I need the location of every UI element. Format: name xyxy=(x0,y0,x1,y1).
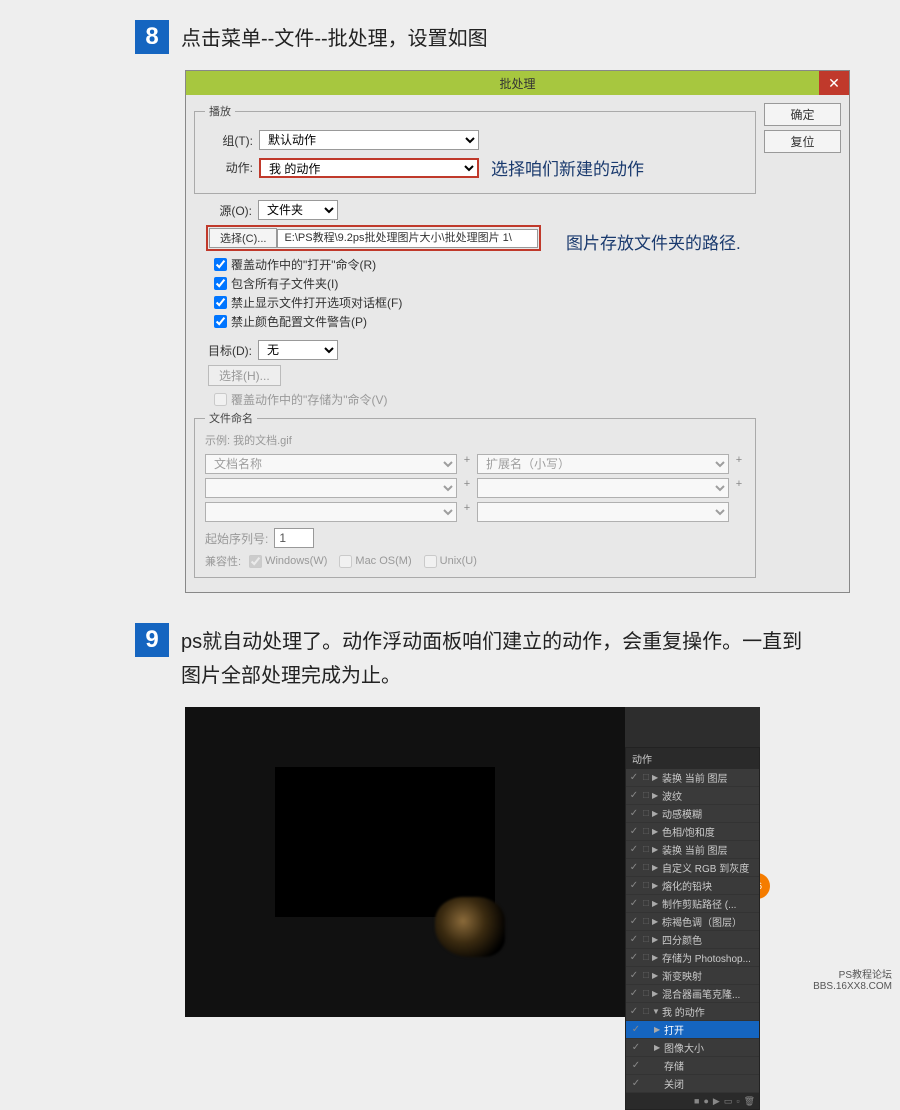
action-item[interactable]: ✓□▶波纹 xyxy=(626,787,759,805)
action-item[interactable]: ✓□▶装换 当前 图层 xyxy=(626,841,759,859)
action-sub-open[interactable]: ✓▶打开 xyxy=(626,1021,759,1039)
action-sub-size[interactable]: ✓▶图像大小 xyxy=(626,1039,759,1057)
ps-image-content xyxy=(435,897,505,957)
compat-unix xyxy=(424,555,437,568)
close-icon[interactable]: ✕ xyxy=(819,71,849,95)
cb-override-save-label: 覆盖动作中的"存储为"命令(V) xyxy=(231,391,388,408)
group-select[interactable]: 默认动作 xyxy=(259,130,479,150)
watermark-line2: BBS.16XX8.COM xyxy=(813,981,892,992)
source-label: 源(O): xyxy=(204,202,252,219)
naming-example: 示例: 我的文档.gif xyxy=(205,432,745,448)
play-fieldset: 播放 组(T): 默认动作 动作: 我 的动作 选择咱 xyxy=(194,103,756,194)
play-legend: 播放 xyxy=(205,103,235,119)
actions-panel-footer: ■ ● ▶ ▭ ▫ 🗑 xyxy=(626,1093,759,1109)
action-label: 动作: xyxy=(205,159,253,176)
ps-toolbar xyxy=(625,707,760,747)
cb-suppress-color[interactable] xyxy=(214,315,227,328)
trash-icon[interactable]: 🗑 xyxy=(744,1096,755,1107)
action-item[interactable]: ✓□▶棕褐色调（图层） xyxy=(626,913,759,931)
compat-mac-label: Mac OS(M) xyxy=(355,555,411,567)
compat-windows xyxy=(249,555,262,568)
stop-icon[interactable]: ■ xyxy=(694,1096,699,1106)
step-9-text: ps就自动处理了。动作浮动面板咱们建立的动作，会重复操作。一直到图片全部处理完成… xyxy=(181,623,821,693)
action-select[interactable]: 我 的动作 xyxy=(259,158,479,178)
action-item[interactable]: ✓□▶制作剪贴路径 (... xyxy=(626,895,759,913)
step-number-8: 8 xyxy=(135,20,169,54)
plus-icon: + xyxy=(733,478,745,498)
choose-button[interactable]: 选择(C)... xyxy=(209,228,277,248)
naming-fieldset: 文件命名 示例: 我的文档.gif 文档名称+ 扩展名（小写）+ + + + 起… xyxy=(194,410,756,578)
cb-suppress-color-label: 禁止颜色配置文件警告(P) xyxy=(231,313,367,330)
plus-icon xyxy=(733,502,745,522)
action-item[interactable]: ✓□▶存储为 Photoshop... xyxy=(626,949,759,967)
action-item[interactable]: ✓□▶动感模糊 xyxy=(626,805,759,823)
cb-override-save xyxy=(214,393,227,406)
batch-dialog: 批处理 ✕ 播放 组(T): 默认动作 动作: xyxy=(185,70,850,593)
reset-button[interactable]: 复位 xyxy=(764,130,841,153)
name-part-4 xyxy=(477,478,729,498)
action-note: 选择咱们新建的动作 xyxy=(491,155,644,180)
path-note: 图片存放文件夹的路径. xyxy=(566,234,741,253)
actions-panel-title: 动作 xyxy=(626,748,759,769)
ok-button[interactable]: 确定 xyxy=(764,103,841,126)
folder-icon[interactable]: ▭ xyxy=(724,1096,733,1107)
start-seq-label: 起始序列号: xyxy=(205,530,268,547)
name-part-3 xyxy=(205,478,457,498)
source-path: E:\PS教程\9.2ps批处理图片大小\批处理图片 1\ xyxy=(277,229,538,248)
action-item-user[interactable]: ✓□▼我 的动作 xyxy=(626,1003,759,1021)
source-select[interactable]: 文件夹 xyxy=(258,200,338,220)
cb-subfolders[interactable] xyxy=(214,277,227,290)
dest-label: 目标(D): xyxy=(204,342,252,359)
compat-label: 兼容性: xyxy=(205,553,241,569)
naming-legend: 文件命名 xyxy=(205,410,257,426)
new-icon[interactable]: ▫ xyxy=(736,1096,739,1106)
plus-icon: + xyxy=(461,502,473,522)
action-item[interactable]: ✓□▶渐变映射 xyxy=(626,967,759,985)
group-label: 组(T): xyxy=(205,132,253,149)
dialog-title: 批处理 xyxy=(499,75,535,92)
action-item[interactable]: ✓□▶色相/饱和度 xyxy=(626,823,759,841)
dest-choose-button: 选择(H)... xyxy=(208,365,281,386)
action-item[interactable]: ✓□▶装换 当前 图层 xyxy=(626,769,759,787)
plus-icon: + xyxy=(461,478,473,498)
plus-icon: + xyxy=(461,454,473,474)
step-8-text: 点击菜单--文件--批处理，设置如图 xyxy=(181,20,488,56)
action-sub-close[interactable]: ✓关闭 xyxy=(626,1075,759,1093)
action-item[interactable]: ✓□▶熔化的铅块 xyxy=(626,877,759,895)
step-number-9: 9 xyxy=(135,623,169,657)
cb-suppress-open-label: 禁止显示文件打开选项对话框(F) xyxy=(231,294,402,311)
ps-canvas xyxy=(275,767,495,917)
cb-suppress-open[interactable] xyxy=(214,296,227,309)
name-part-6 xyxy=(477,502,729,522)
cb-override-open-label: 覆盖动作中的"打开"命令(R) xyxy=(231,256,376,273)
name-part-1: 文档名称 xyxy=(205,454,457,474)
play-icon[interactable]: ▶ xyxy=(713,1096,720,1107)
cb-subfolders-label: 包含所有子文件夹(I) xyxy=(231,275,338,292)
compat-unix-label: Unix(U) xyxy=(440,555,477,567)
action-sub-save[interactable]: ✓存储 xyxy=(626,1057,759,1075)
compat-windows-label: Windows(W) xyxy=(265,555,327,567)
watermark: PS教程论坛 BBS.16XX8.COM xyxy=(813,970,892,992)
watermark-line1: PS教程论坛 xyxy=(813,970,892,981)
actions-panel: 动作 ✓□▶装换 当前 图层✓□▶波纹✓□▶动感模糊✓□▶色相/饱和度✓□▶装换… xyxy=(625,747,760,1110)
compat-mac xyxy=(339,555,352,568)
action-item[interactable]: ✓□▶混合器画笔克隆... xyxy=(626,985,759,1003)
dialog-titlebar: 批处理 ✕ xyxy=(186,71,849,95)
cb-override-open[interactable] xyxy=(214,258,227,271)
action-item[interactable]: ✓□▶四分颜色 xyxy=(626,931,759,949)
plus-icon: + xyxy=(733,454,745,474)
dest-select[interactable]: 无 xyxy=(258,340,338,360)
ps-screenshot: 76 动作 ✓□▶装换 当前 图层✓□▶波纹✓□▶动感模糊✓□▶色相/饱和度✓□… xyxy=(185,707,760,1017)
action-item[interactable]: ✓□▶自定义 RGB 到灰度 xyxy=(626,859,759,877)
name-part-2: 扩展名（小写） xyxy=(477,454,729,474)
record-icon[interactable]: ● xyxy=(703,1096,708,1106)
name-part-5 xyxy=(205,502,457,522)
start-seq-input xyxy=(274,528,314,548)
